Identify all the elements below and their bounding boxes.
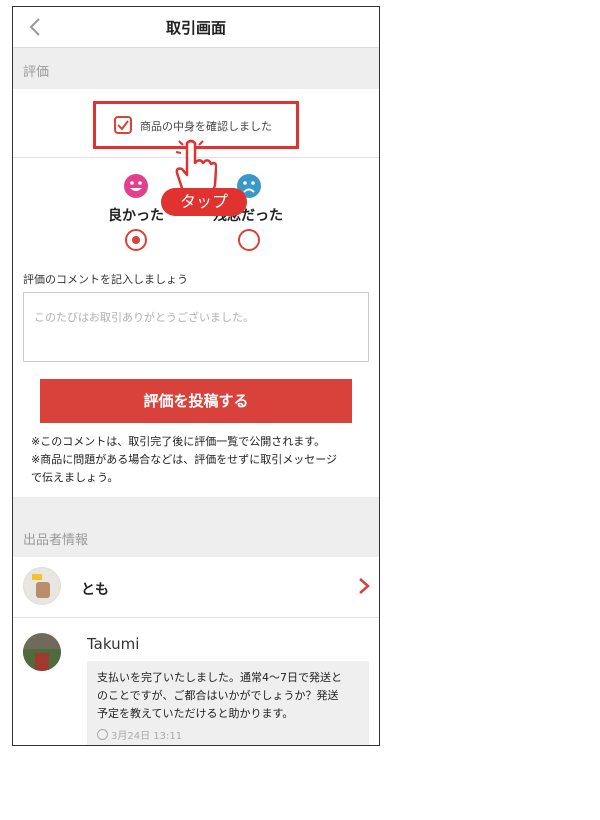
- message-line: のことですが、ご都合はいかがでしょうか？発送: [97, 689, 339, 702]
- check-icon: [117, 120, 129, 131]
- confirm-checkbox[interactable]: [114, 116, 132, 134]
- message-text: 支払いを完了いたしました。通常4〜7日で発送と のことですが、ご都合はいかがでし…: [97, 669, 363, 723]
- message-bubble: 支払いを完了いたしました。通常4〜7日で発送と のことですが、ご都合はいかがでし…: [87, 661, 369, 745]
- seller-name: とも: [81, 582, 109, 598]
- evaluation-section-label: 評価: [23, 65, 50, 80]
- message-sender-avatar: [23, 633, 61, 671]
- note-line: ※このコメントは、取引完了後に評価一覧で公開されます。: [31, 435, 326, 448]
- comment-input[interactable]: このたびはお取引ありがとうございました。: [23, 292, 369, 362]
- message-line: 支払いを完了いたしました。通常4〜7日で発送と: [97, 671, 342, 684]
- tap-annotation: タップ: [161, 188, 247, 216]
- note-line: ※商品に問題がある場合などは、評価をせずに取引メッセージ: [31, 453, 337, 466]
- message-timestamp: 3月24日 13:11: [97, 727, 182, 742]
- seller-row[interactable]: とも: [13, 557, 379, 618]
- seller-avatar: [23, 567, 61, 605]
- phone-screen: 取引画面 評価 商品の中身を確認しました 良かった 残念だった タップ 評価のコ…: [12, 6, 380, 746]
- avatar-decoration: [35, 653, 49, 671]
- avatar-decoration: [32, 574, 42, 580]
- evaluation-section-header: 評価: [13, 48, 379, 89]
- rating-bad-radio[interactable]: [238, 229, 260, 251]
- submit-evaluation-button[interactable]: 評価を投稿する: [40, 379, 352, 423]
- comment-label: 評価のコメントを記入しましょう: [23, 273, 188, 286]
- rating-good-label: 良かった: [108, 208, 164, 224]
- chevron-right-icon: [359, 578, 370, 594]
- seller-section-header: 出品者情報: [13, 497, 379, 557]
- note-line: で伝えましょう。: [31, 471, 119, 484]
- avatar-decoration: [36, 582, 50, 598]
- confirm-label: 商品の中身を確認しました: [140, 120, 272, 133]
- seller-section-label: 出品者情報: [23, 533, 89, 548]
- page-title: 取引画面: [165, 19, 226, 37]
- header-bar: 取引画面: [13, 7, 379, 48]
- message-line: 予定を教えていただけると助かります。: [97, 707, 294, 720]
- rating-good-radio[interactable]: [125, 229, 147, 251]
- message-sender-name: Takumi: [87, 635, 140, 653]
- smile-face-icon: [124, 174, 148, 198]
- radio-selected-dot: [132, 236, 140, 244]
- clock-icon: [97, 729, 108, 740]
- message-time: 3月24日 13:11: [111, 731, 183, 742]
